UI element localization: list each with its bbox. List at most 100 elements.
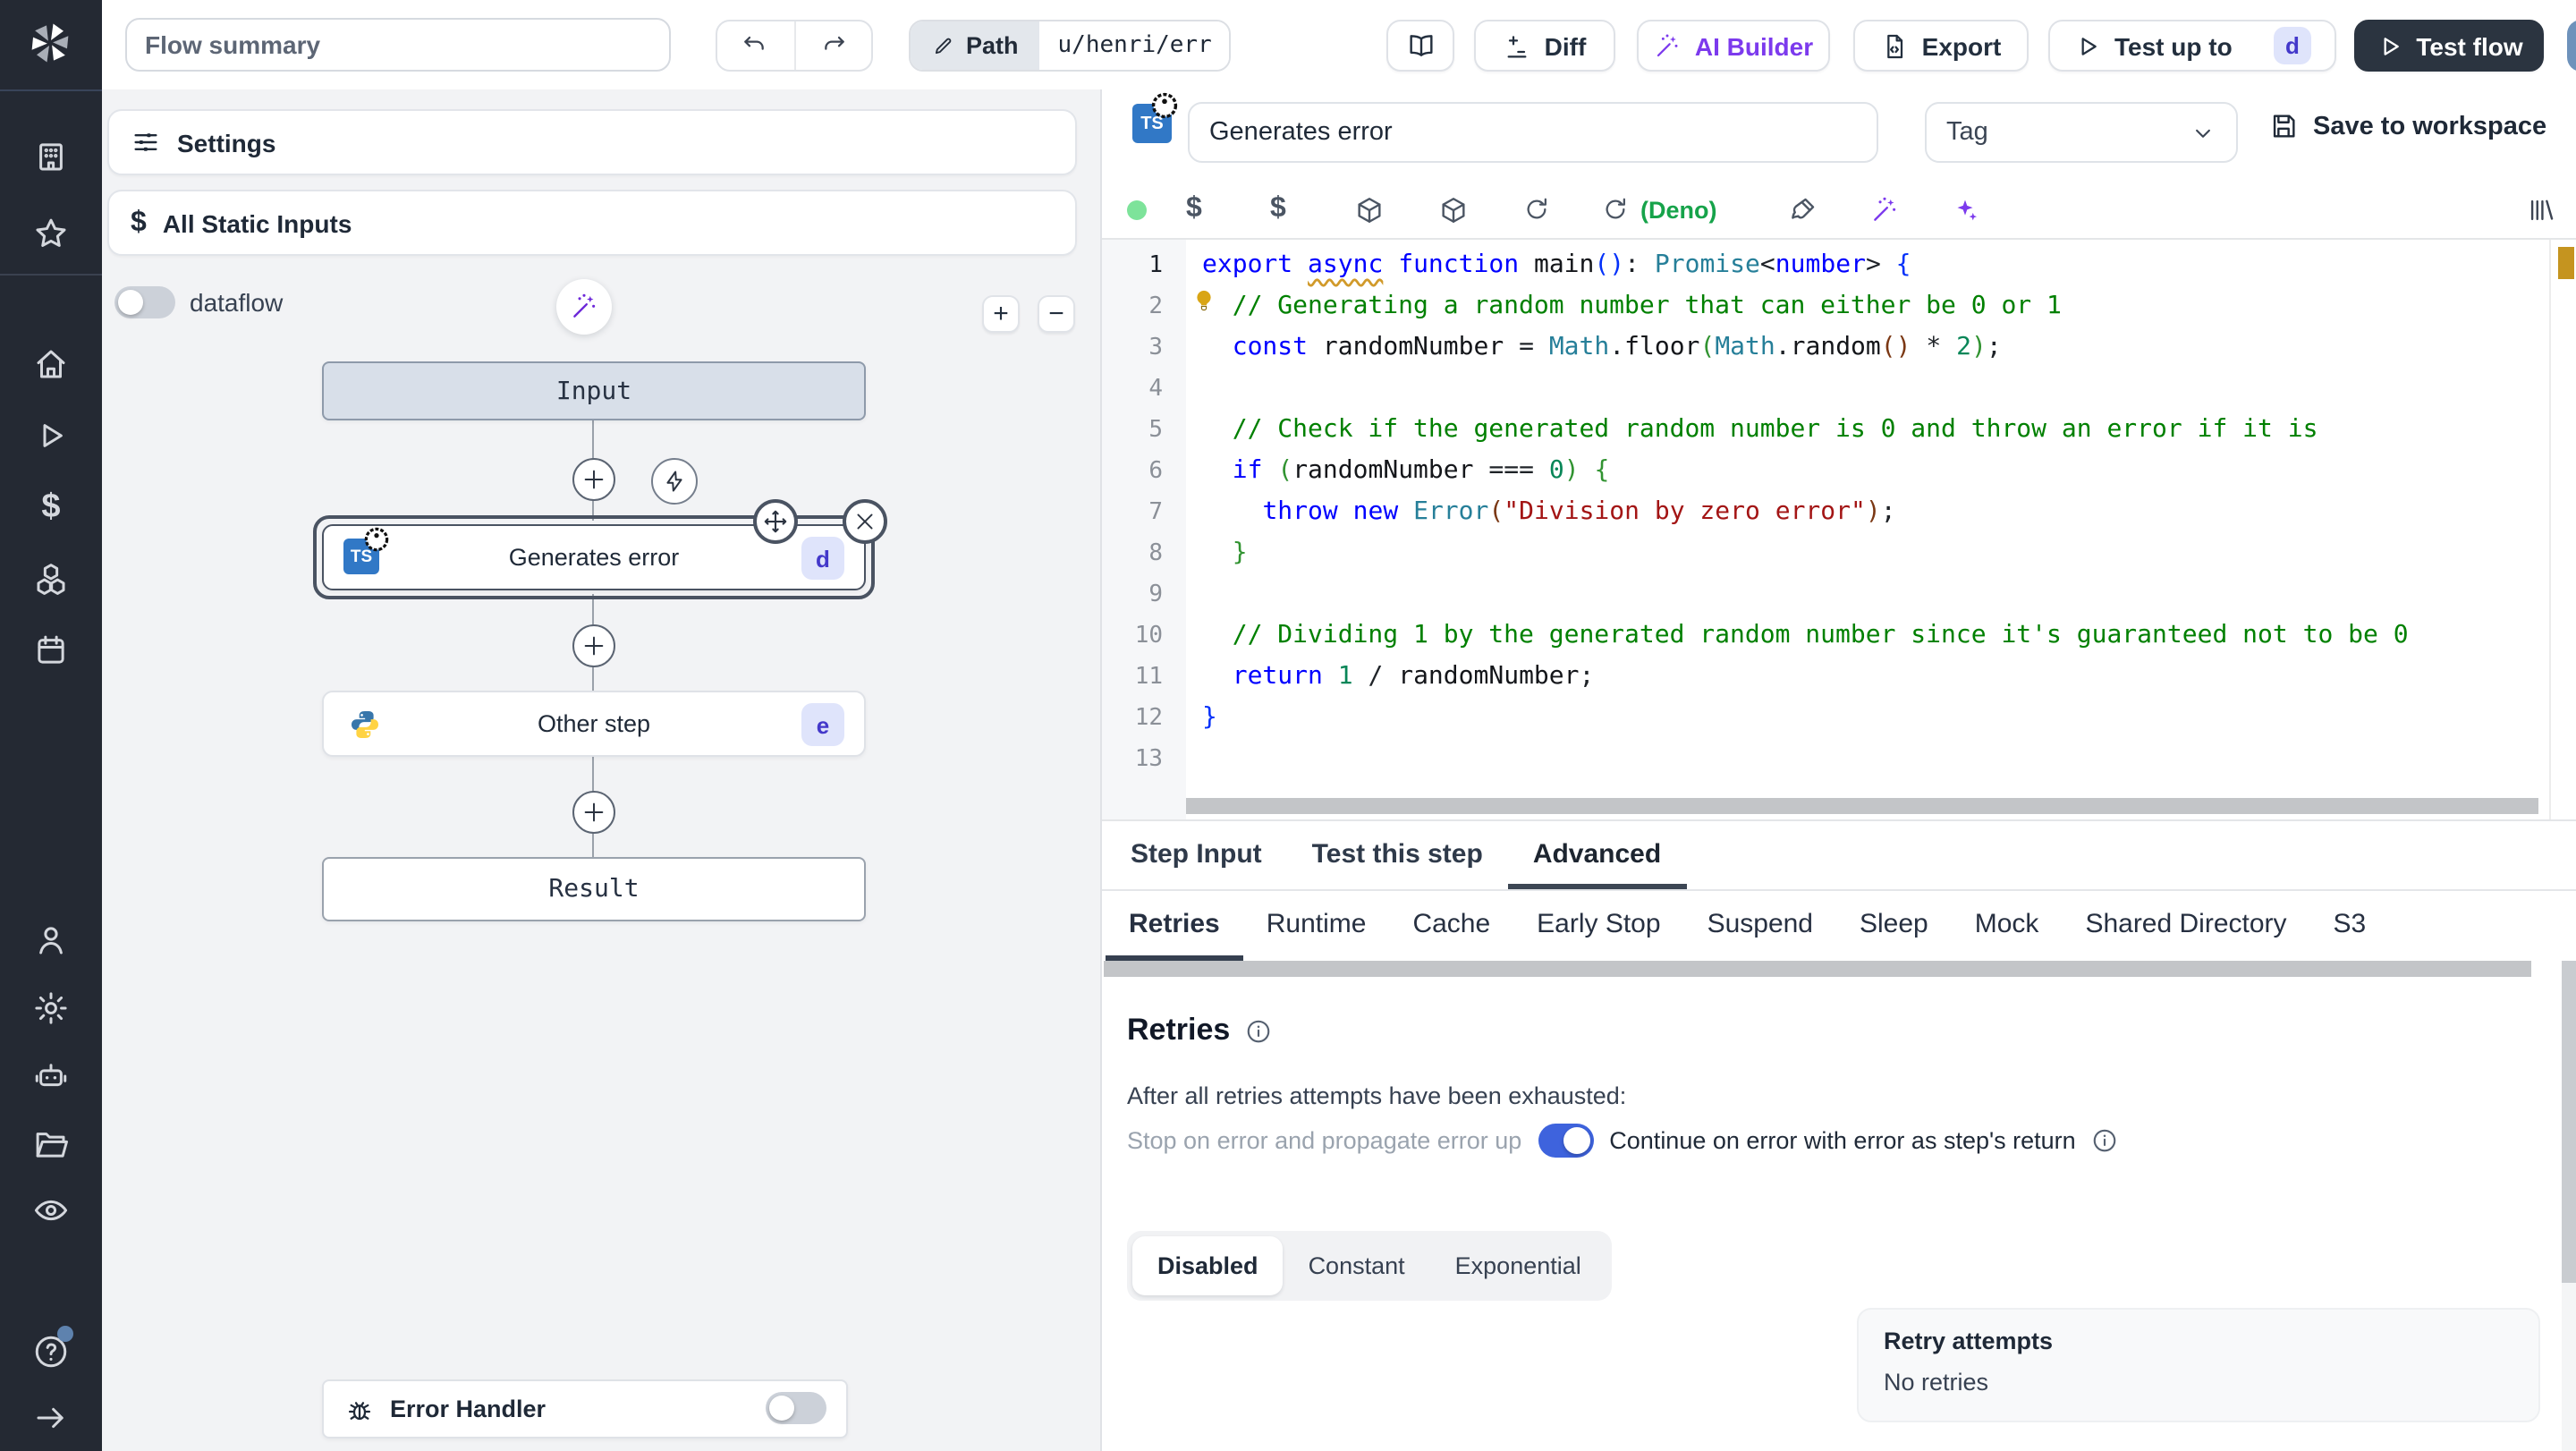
all-static-inputs-button[interactable]: $ All Static Inputs (107, 190, 1077, 256)
test-up-to-label: Test up to (2114, 31, 2233, 60)
topbar: Path u/henri/err Diff AI Builder Export … (102, 0, 2576, 91)
panel-vertical-scrollbar[interactable] (2562, 961, 2576, 1451)
library-button[interactable] (2526, 186, 2556, 233)
resource-picker-button[interactable]: $ (1270, 186, 1286, 233)
input-node[interactable]: Input (322, 361, 866, 420)
export-button[interactable]: Export (1853, 20, 2029, 72)
overflow-button-sliver[interactable] (2567, 20, 2576, 72)
diff-button[interactable]: Diff (1474, 20, 1615, 72)
subtab-retries[interactable]: Retries (1106, 893, 1243, 961)
subtab-suspend[interactable]: Suspend (1684, 893, 1836, 961)
step-title: Generates error (508, 544, 680, 571)
user-icon[interactable] (32, 921, 70, 959)
subtab-shared-directory[interactable]: Shared Directory (2062, 893, 2309, 961)
close-icon (857, 513, 873, 530)
seg-constant[interactable]: Constant (1284, 1236, 1430, 1295)
workspace-building-icon[interactable] (32, 138, 70, 175)
tab-step-input[interactable]: Step Input (1106, 823, 1287, 889)
deno-icon (1150, 91, 1179, 129)
windmill-logo-icon[interactable] (23, 16, 77, 70)
runtime-label[interactable]: (Deno) (1640, 186, 1717, 233)
editor-horizontal-scrollbar[interactable] (1186, 798, 2538, 814)
subtab-mock[interactable]: Mock (1952, 893, 2063, 961)
plus-icon (584, 636, 604, 656)
subtabs-scrollbar[interactable] (1104, 961, 2531, 977)
result-node[interactable]: Result (322, 857, 866, 921)
test-flow-button[interactable]: Test flow (2354, 20, 2544, 72)
code-line: if (randomNumber === 0) { (1232, 456, 1610, 485)
delete-node-button[interactable] (843, 499, 887, 544)
tag-select[interactable]: Tag (1925, 102, 2238, 163)
tab-advanced[interactable]: Advanced (1507, 823, 1687, 889)
tab-test-this-step[interactable]: Test this step (1287, 823, 1508, 889)
audit-eye-icon[interactable] (32, 1192, 70, 1229)
refresh-icon (1606, 198, 1625, 219)
line-number: 13 (1134, 746, 1163, 773)
home-icon[interactable] (32, 345, 70, 383)
flow-settings-button[interactable]: Settings (107, 109, 1077, 175)
save-to-workspace-button[interactable]: Save to workspace (2268, 111, 2546, 141)
code-line: // Check if the generated random number … (1232, 415, 2318, 444)
add-step-button[interactable] (572, 458, 615, 501)
test-up-to-button[interactable]: Test up to d (2048, 20, 2336, 72)
step-node-other-step[interactable]: Other step (322, 691, 866, 757)
ai-wand-button[interactable] (1869, 186, 1900, 233)
format-button[interactable] (1787, 186, 1818, 233)
ai-builder-button[interactable]: AI Builder (1637, 20, 1830, 72)
flow-summary-input[interactable] (125, 18, 671, 72)
variables-dollar-icon[interactable]: $ (32, 488, 70, 526)
add-step-button[interactable] (572, 791, 615, 834)
add-trigger-button[interactable] (651, 458, 698, 505)
docs-book-button[interactable] (1386, 20, 1454, 72)
subtab-sleep[interactable]: Sleep (1836, 893, 1952, 961)
retry-mode-group: Disabled Constant Exponential (1127, 1231, 1612, 1301)
step-id-badge: e (801, 703, 844, 746)
settings-gear-icon[interactable] (32, 989, 70, 1027)
reload-button[interactable] (1522, 186, 1551, 233)
reload-runtime-button[interactable] (1601, 186, 1630, 233)
seg-disabled[interactable]: Disabled (1132, 1236, 1284, 1295)
folders-icon[interactable] (32, 1125, 70, 1163)
error-handler-toggle[interactable] (766, 1392, 826, 1424)
info-icon[interactable] (1244, 1017, 1271, 1044)
editor-code-lines[interactable]: export async function main(): Promise<nu… (1186, 240, 2551, 819)
seg-exponential[interactable]: Exponential (1430, 1236, 1606, 1295)
runs-play-icon[interactable] (32, 417, 70, 454)
package-icon (1358, 197, 1381, 222)
schedules-calendar-icon[interactable] (32, 632, 70, 669)
workers-robot-icon[interactable] (32, 1057, 70, 1095)
subtab-runtime[interactable]: Runtime (1243, 893, 1390, 961)
subtab-s3[interactable]: S3 (2310, 893, 2390, 961)
ai-wand-button[interactable] (556, 279, 612, 335)
add-step-button[interactable] (572, 624, 615, 667)
subtab-early-stop[interactable]: Early Stop (1513, 893, 1683, 961)
package-icon-button[interactable] (1438, 186, 1469, 233)
package-icon-button[interactable] (1354, 186, 1385, 233)
code-line: return 1 / randomNumber; (1232, 662, 1595, 691)
code-line: } (1202, 703, 1217, 732)
ai-sparkles-button[interactable] (1950, 186, 1980, 233)
pencil-icon (935, 38, 952, 55)
redo-button[interactable] (793, 21, 871, 70)
code-line: // Dividing 1 by the generated random nu… (1232, 621, 2409, 649)
dataflow-toggle[interactable] (114, 286, 175, 318)
continue-on-error-toggle[interactable] (1538, 1124, 1594, 1158)
line-number: 12 (1134, 705, 1163, 732)
windmill-flow-editor: $ Flow summary Path u/henri/err Diff AI … (0, 0, 2576, 1451)
variable-picker-button[interactable]: $ (1186, 186, 1202, 233)
zoom-in-button[interactable]: + (982, 295, 1020, 333)
subtab-cache[interactable]: Cache (1389, 893, 1513, 961)
step-name-input[interactable] (1188, 102, 1878, 163)
resources-cubes-icon[interactable] (32, 560, 70, 598)
favorites-star-icon[interactable] (32, 215, 70, 252)
zoom-out-button[interactable]: − (1038, 295, 1075, 333)
path-button[interactable]: Path u/henri/err (909, 20, 1232, 72)
move-node-button[interactable] (753, 499, 798, 544)
undo-button[interactable] (717, 21, 793, 70)
info-icon[interactable] (2092, 1127, 2119, 1154)
step-id-badge: d (801, 537, 844, 580)
code-editor[interactable]: 1 2 3 4 5 6 7 8 9 10 11 12 13 export async function … (1102, 238, 2576, 821)
expand-arrow-right-icon[interactable] (32, 1399, 70, 1437)
lightbulb-icon[interactable] (1191, 288, 1216, 322)
line-number: 6 (1148, 458, 1163, 485)
